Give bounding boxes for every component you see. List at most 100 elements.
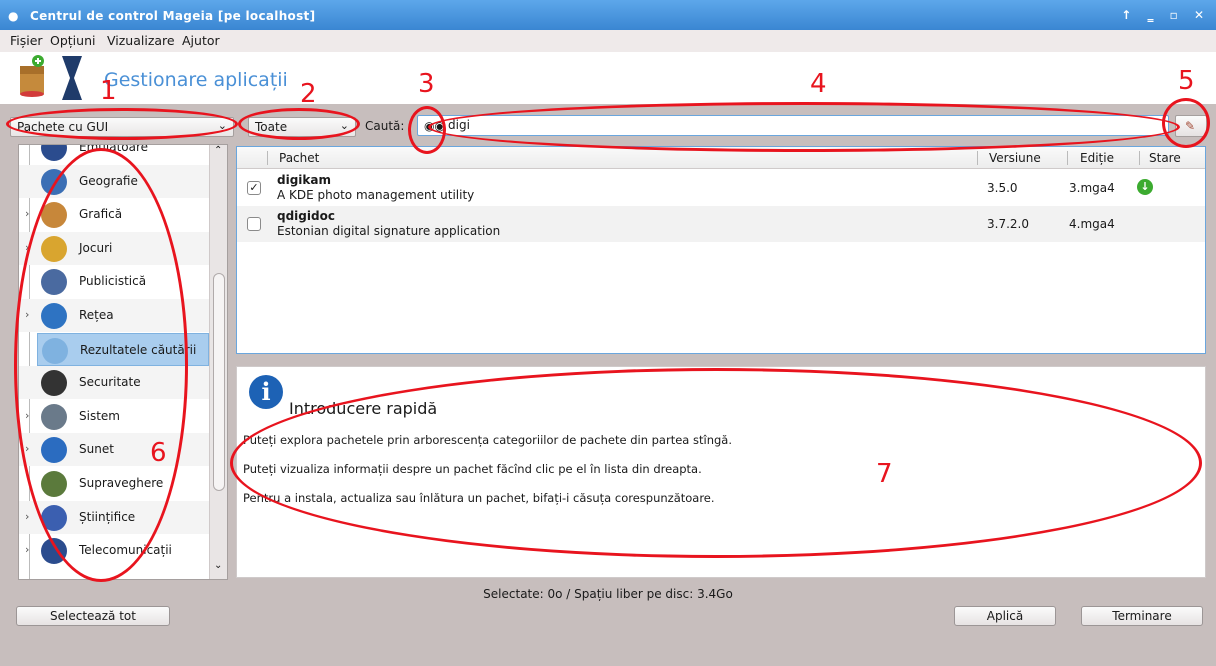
category-item[interactable]: › Telecomunicații — [19, 534, 209, 567]
status-bar: Selectate: 0o / Spațiu liber pe disc: 3.… — [483, 587, 733, 601]
menu-file[interactable]: Fișier — [10, 33, 43, 48]
info-line: Puteți explora pachetele prin arborescen… — [243, 433, 732, 447]
category-scrollbar[interactable]: ⌃ ⌄ — [209, 145, 227, 579]
category-icon — [41, 403, 67, 430]
binoculars-icon[interactable]: ◉◉ — [424, 119, 445, 133]
search-input[interactable]: ◉◉ digi — [417, 115, 1169, 136]
category-icon — [41, 235, 67, 262]
annotation-number-1: 1 — [100, 76, 117, 106]
table-row[interactable]: ✓ digikam A KDE photo management utility… — [237, 170, 1205, 206]
package-version: 3.7.2.0 — [987, 217, 1029, 231]
status-filter-select[interactable]: Toate ⌄ — [248, 117, 356, 137]
category-label: Științifice — [79, 509, 136, 524]
column-separator — [1139, 151, 1140, 165]
category-item[interactable]: › Grafică — [19, 198, 209, 231]
menu-view[interactable]: Vizualizare — [107, 33, 175, 48]
category-item[interactable]: › Sistem — [19, 400, 209, 433]
chevron-down-icon: ⌄ — [217, 119, 227, 132]
expand-arrow-icon[interactable]: › — [25, 409, 29, 422]
annotation-number-3: 3 — [418, 69, 435, 99]
column-status[interactable]: Stare — [1149, 151, 1181, 165]
menu-bar: Fișier Opțiuni Vizualizare Ajutor — [0, 30, 1216, 52]
category-icon — [41, 269, 67, 296]
expand-arrow-icon[interactable]: › — [25, 308, 29, 321]
installed-icon: ↓ — [1137, 179, 1153, 195]
category-icon — [41, 168, 67, 195]
category-icon — [41, 471, 67, 497]
category-item[interactable]: Supraveghere — [19, 467, 209, 500]
expand-arrow-icon[interactable]: › — [25, 207, 29, 220]
info-line: Pentru a instala, actualiza sau înlătura… — [243, 491, 715, 505]
package-filter-select[interactable]: Pachete cu GUI ⌄ — [10, 117, 234, 137]
annotation-number-7: 7 — [876, 459, 893, 489]
category-icon — [41, 437, 67, 464]
column-edition[interactable]: Ediție — [1080, 151, 1114, 165]
chevron-down-icon: ⌄ — [339, 119, 349, 132]
package-name: digikam — [277, 173, 331, 187]
column-package[interactable]: Pachet — [279, 151, 319, 165]
category-item[interactable]: › Jocuri — [19, 231, 209, 265]
page-title: Gestionare aplicații — [104, 69, 288, 91]
column-version[interactable]: Versiune — [989, 151, 1041, 165]
window-controls[interactable]: ↑ ‗ ▫ ✕ — [1121, 8, 1210, 22]
row-checkbox[interactable] — [247, 217, 261, 231]
menu-help[interactable]: Ajutor — [182, 33, 220, 48]
category-item[interactable]: Geografie — [19, 164, 209, 198]
annotation-number-6: 6 — [150, 438, 167, 468]
package-filter-value: Pachete cu GUI — [17, 120, 109, 134]
scrollbar-thumb[interactable] — [213, 273, 225, 491]
category-item[interactable]: Publicistică — [19, 265, 209, 298]
search-label: Caută: — [365, 119, 405, 133]
apply-button[interactable]: Aplică — [954, 606, 1056, 626]
info-line: Puteți vizualiza informații despre un pa… — [243, 462, 702, 476]
annotation-number-5: 5 — [1178, 66, 1195, 96]
quit-button[interactable]: Terminare — [1081, 606, 1203, 626]
category-icon — [41, 538, 67, 565]
category-icon — [41, 504, 67, 531]
category-label: Sunet — [79, 442, 114, 457]
category-label: Rețea — [79, 308, 114, 322]
category-label: Rezultatele căutării — [80, 342, 197, 357]
scroll-down-icon[interactable]: ⌄ — [214, 560, 222, 571]
package-edition: 3.mga4 — [1069, 181, 1115, 195]
column-separator — [267, 151, 268, 165]
category-item[interactable]: › Științifice — [19, 500, 209, 534]
category-label: Telecomunicații — [79, 543, 172, 558]
scroll-up-icon[interactable]: ⌃ — [214, 145, 222, 156]
package-table[interactable]: Pachet Versiune Ediție Stare ✓ digikam A… — [236, 146, 1206, 354]
app-logo-icon — [0, 52, 100, 104]
category-icon — [41, 145, 67, 161]
category-icon — [41, 370, 67, 397]
menu-options[interactable]: Opțiuni — [50, 33, 95, 48]
expand-arrow-icon[interactable]: › — [25, 543, 29, 556]
expand-arrow-icon[interactable]: › — [25, 442, 29, 455]
clear-search-button[interactable]: ✎ — [1175, 115, 1207, 137]
category-label: Emulatoare — [79, 144, 149, 154]
table-header: Pachet Versiune Ediție Stare — [237, 147, 1205, 169]
info-title: Introducere rapidă — [289, 399, 438, 418]
package-description: A KDE photo management utility — [277, 188, 475, 202]
expand-arrow-icon[interactable]: › — [25, 241, 29, 254]
title-bar: ● Centrul de control Mageia [pe localhos… — [0, 0, 1216, 30]
annotation-number-2: 2 — [300, 79, 317, 109]
category-item[interactable]: Emulatoare — [19, 144, 209, 164]
row-checkbox[interactable]: ✓ — [247, 181, 261, 195]
category-label: Grafică — [79, 207, 123, 222]
select-all-button[interactable]: Selectează tot — [16, 606, 170, 626]
expand-arrow-icon[interactable]: › — [25, 510, 29, 523]
table-row[interactable]: qdigidoc Estonian digital signature appl… — [237, 206, 1205, 242]
package-edition: 4.mga4 — [1069, 217, 1115, 231]
category-item[interactable]: Securitate — [19, 366, 209, 400]
category-label: Securitate — [79, 375, 141, 390]
status-filter-value: Toate — [255, 120, 288, 134]
category-tree[interactable]: Emulatoare Geografie › Grafică › Jocuri Public… — [18, 144, 228, 580]
package-version: 3.5.0 — [987, 181, 1018, 195]
category-icon — [42, 337, 68, 364]
app-header: Gestionare aplicații — [0, 52, 1216, 104]
category-label: Geografie — [79, 173, 138, 188]
category-item[interactable]: Rezultatele căutării — [37, 332, 209, 366]
category-item[interactable]: › Rețea — [19, 299, 209, 332]
category-label: Jocuri — [79, 240, 113, 255]
mageia-logo-icon: ● — [8, 9, 19, 23]
category-item[interactable]: › Sunet — [19, 433, 209, 467]
